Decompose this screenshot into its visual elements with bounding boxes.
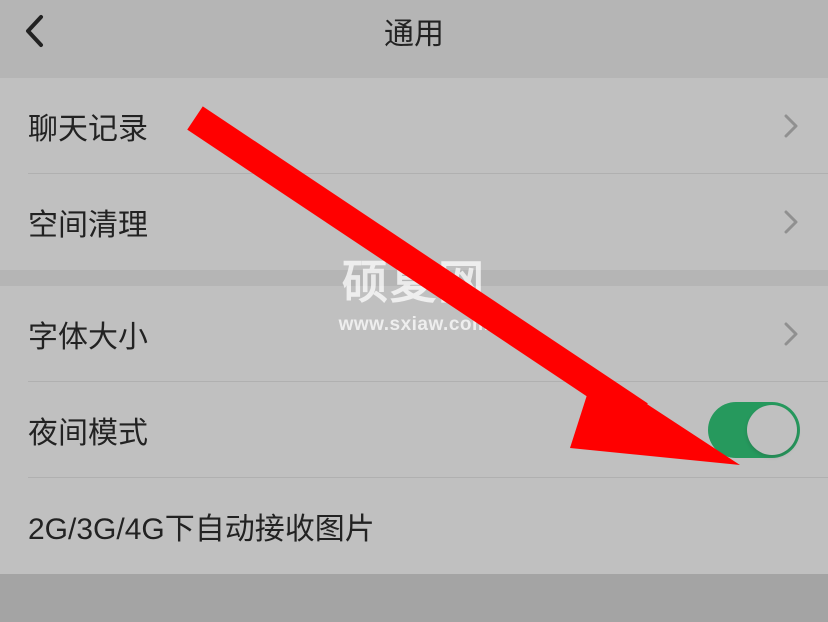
settings-screen: 通用 聊天记录 空间清理 字体大小 bbox=[0, 0, 828, 622]
header-bar: 通用 bbox=[0, 0, 828, 62]
settings-group-2: 字体大小 夜间模式 2G/3G/4G下自动接收图片 bbox=[0, 286, 828, 574]
row-font-size[interactable]: 字体大小 bbox=[0, 286, 828, 382]
toggle-knob bbox=[747, 405, 797, 455]
back-button[interactable] bbox=[14, 11, 54, 51]
chevron-left-icon bbox=[24, 14, 44, 48]
row-label: 字体大小 bbox=[28, 312, 782, 356]
row-chat-history[interactable]: 聊天记录 bbox=[0, 78, 828, 174]
section-spacer bbox=[0, 270, 828, 286]
settings-group-1: 聊天记录 空间清理 bbox=[0, 78, 828, 270]
row-night-mode: 夜间模式 bbox=[0, 382, 828, 478]
row-auto-receive-images[interactable]: 2G/3G/4G下自动接收图片 bbox=[0, 478, 828, 574]
row-label: 聊天记录 bbox=[28, 104, 782, 148]
row-label: 2G/3G/4G下自动接收图片 bbox=[28, 504, 800, 548]
row-label: 空间清理 bbox=[28, 200, 782, 244]
night-mode-toggle[interactable] bbox=[708, 402, 800, 458]
chevron-right-icon bbox=[782, 111, 800, 141]
chevron-right-icon bbox=[782, 319, 800, 349]
page-title: 通用 bbox=[0, 9, 828, 53]
section-spacer bbox=[0, 62, 828, 78]
chevron-right-icon bbox=[782, 207, 800, 237]
row-label: 夜间模式 bbox=[28, 408, 708, 452]
row-storage-cleanup[interactable]: 空间清理 bbox=[0, 174, 828, 270]
